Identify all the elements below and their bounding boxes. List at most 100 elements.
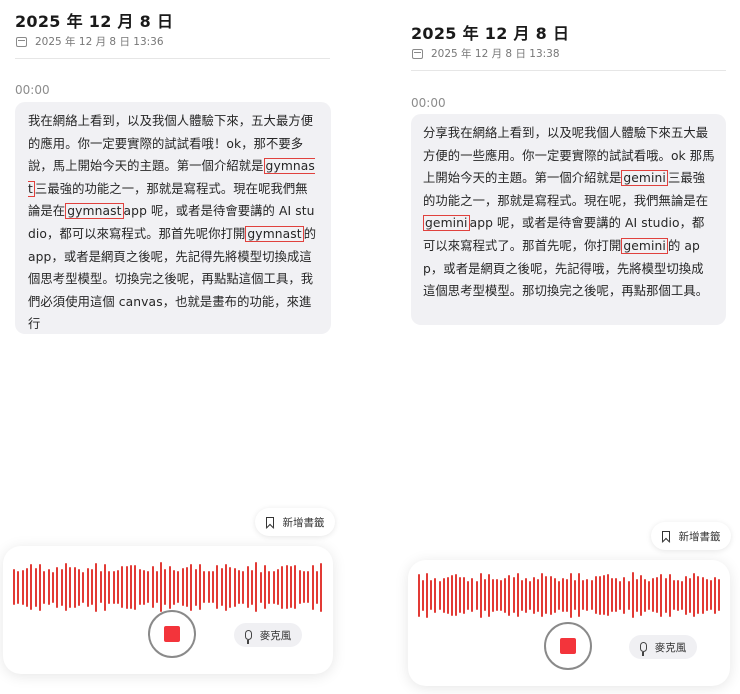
waveform-bar	[95, 562, 98, 612]
waveform-bar	[51, 571, 54, 603]
waveform-bar	[216, 565, 219, 609]
waveform-bar	[207, 571, 210, 603]
stop-recording-button[interactable]	[148, 610, 196, 658]
waveform-bar	[676, 579, 679, 611]
bookmark-icon	[265, 516, 274, 528]
waveform-bar	[627, 580, 630, 610]
waveform-bar	[233, 567, 236, 607]
waveform-bar	[90, 569, 93, 605]
waveform-bar	[442, 577, 445, 613]
waveform-bar	[418, 573, 420, 617]
waveform-bar	[561, 578, 564, 612]
waveform-bar	[623, 576, 626, 614]
microphone-button[interactable]: 麥克風	[629, 635, 697, 659]
waveform-bar	[697, 576, 700, 614]
waveform-bar	[500, 579, 503, 611]
waveform-bar	[520, 579, 523, 611]
waveform-bar	[103, 563, 106, 611]
waveform-bar	[69, 566, 72, 608]
waveform-bar	[315, 570, 318, 604]
transcript-bubble: 我在網絡上看到，以及我個人體驗下來，五大最方便的應用。你一定要實際的試試看哦！o…	[15, 102, 331, 334]
add-bookmark-label: 新增書籤	[678, 530, 721, 543]
transcript-timestamp: 00:00	[15, 83, 50, 97]
stop-recording-button[interactable]	[544, 622, 592, 670]
divider	[411, 70, 726, 71]
waveform-bar	[611, 578, 614, 612]
add-bookmark-button[interactable]: 新增書籤	[651, 522, 731, 550]
waveform-bar	[504, 577, 507, 613]
waveform-bar	[13, 569, 15, 605]
waveform-bar	[86, 567, 89, 607]
waveform-bar	[619, 580, 622, 610]
highlighted-keyword: gemini	[423, 215, 470, 232]
waveform-bar	[212, 571, 215, 603]
waveform-bar	[717, 579, 720, 611]
waveform-bar	[25, 567, 28, 607]
waveform-bar	[307, 571, 310, 603]
waveform-bar	[450, 574, 453, 616]
waveform-bar	[30, 564, 33, 610]
microphone-button[interactable]: 麥克風	[234, 623, 302, 647]
waveform-bar	[709, 580, 712, 610]
waveform-bar	[77, 568, 80, 606]
waveform-bar	[294, 565, 297, 609]
waveform-bar	[598, 575, 601, 615]
waveform-bar	[574, 580, 577, 610]
waveform-bar	[644, 578, 647, 612]
waveform-bar	[537, 578, 540, 612]
waveform-bar	[155, 571, 158, 603]
waveform-bar	[565, 578, 568, 612]
waveform-bar	[255, 562, 258, 612]
recorder-panel: 麥克風	[3, 546, 333, 674]
waveform-bar	[60, 568, 63, 606]
stop-record-icon	[560, 638, 576, 654]
recording-datetime: 2025 年 12 月 8 日 13:38	[412, 46, 560, 61]
highlighted-keyword: gemini	[621, 170, 668, 187]
waveform-bar	[225, 563, 228, 611]
transcript-text: 我在網絡上看到，以及我個人體驗下來，五大最方便的應用。你一定要實際的試試看哦！o…	[28, 110, 319, 336]
waveform-bar	[298, 570, 301, 604]
waveform-bar	[483, 579, 486, 611]
waveform-bar	[242, 570, 245, 604]
stop-record-icon	[164, 626, 180, 642]
waveform-bar	[541, 573, 544, 617]
waveform-bar	[264, 565, 267, 609]
waveform-bar	[199, 564, 202, 610]
waveform-bar	[311, 564, 314, 610]
waveform-bar	[545, 576, 548, 614]
audio-waveform	[13, 562, 323, 612]
waveform-bar	[557, 580, 560, 610]
microphone-icon	[639, 642, 647, 656]
highlighted-keyword: gymnast	[245, 225, 304, 242]
waveform-bar	[446, 576, 449, 614]
waveform-bar	[668, 573, 671, 617]
waveform-bar	[693, 573, 696, 617]
waveform-bar	[705, 579, 708, 611]
waveform-bar	[713, 576, 716, 614]
bookmark-icon	[661, 530, 670, 542]
waveform-bar	[164, 569, 167, 605]
waveform-bar	[434, 577, 437, 613]
waveform-bar	[285, 565, 288, 609]
waveform-bar	[21, 569, 24, 605]
waveform-bar	[290, 566, 292, 608]
waveform-bar	[38, 563, 41, 611]
recorder-panel: 麥克風	[408, 560, 730, 686]
waveform-bar	[491, 578, 494, 612]
waveform-bar	[672, 580, 675, 610]
waveform-bar	[125, 565, 128, 609]
waveform-bar	[512, 577, 515, 613]
add-bookmark-button[interactable]: 新增書籤	[255, 508, 335, 536]
waveform-bar	[64, 563, 67, 611]
waveform-bar	[138, 569, 141, 605]
waveform-bar	[203, 571, 206, 603]
calendar-icon	[412, 48, 423, 59]
waveform-bar	[151, 566, 154, 608]
waveform-bar	[582, 580, 585, 610]
waveform-bar	[229, 566, 232, 608]
waveform-bar	[479, 572, 482, 618]
microphone-icon	[244, 630, 252, 644]
waveform-bar	[116, 570, 119, 604]
waveform-bar	[181, 568, 184, 606]
waveform-bar	[112, 570, 115, 604]
